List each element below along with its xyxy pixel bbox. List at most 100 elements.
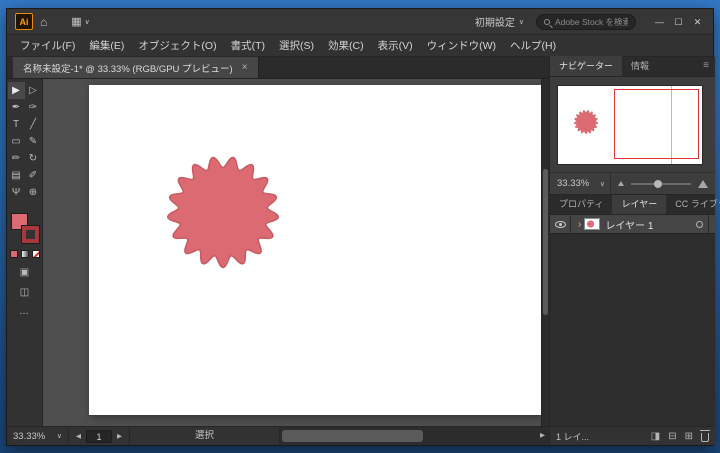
close-button[interactable]: ✕: [688, 9, 707, 35]
hand-tool[interactable]: Ψ: [8, 184, 25, 201]
navigator-preview[interactable]: [557, 85, 703, 165]
horizontal-scrollbar[interactable]: [280, 427, 536, 445]
zoom-level-value: 33.33%: [13, 430, 46, 442]
type-tool[interactable]: T: [8, 116, 25, 133]
previous-artboard-icon[interactable]: ◀: [76, 432, 81, 440]
menu-select[interactable]: 選択(S): [272, 35, 321, 57]
layer-row[interactable]: › レイヤー 1: [550, 215, 715, 234]
zoom-in-icon[interactable]: [698, 179, 708, 188]
navigator-view-proxy[interactable]: [614, 89, 700, 159]
line-segment-tool[interactable]: ╱: [25, 116, 42, 133]
chevron-down-icon: ∨: [599, 180, 605, 188]
tab-layers[interactable]: レイヤー: [612, 194, 667, 214]
menu-effect[interactable]: 効果(C): [321, 35, 371, 57]
layer-name[interactable]: レイヤー 1: [605, 217, 696, 232]
color-button[interactable]: [9, 250, 18, 258]
horizontal-scrollbar-thumb[interactable]: [282, 430, 423, 442]
expand-chevron-icon[interactable]: ›: [578, 219, 581, 230]
navigator-panel: 33.33% ∨: [550, 77, 715, 195]
visibility-column[interactable]: [550, 215, 571, 233]
vertical-scrollbar[interactable]: [541, 79, 549, 426]
pen-tool[interactable]: ✒: [8, 99, 25, 116]
layers-panel-footer: 1 レイ... ◨ ⊟ ⊞: [550, 426, 715, 445]
navigator-panel-tabs: ナビゲーター 情報 ≡: [550, 56, 715, 77]
tool-grid: ▶ ▷ ✒ ✑ T ╱ ▭ ✎ ✏ ↻ ▤ ✐ Ψ ⊕: [7, 82, 42, 201]
arrange-documents-icon: ▦: [71, 16, 82, 28]
zoom-level-select[interactable]: 33.33% ∨: [7, 427, 69, 445]
minimize-button[interactable]: —: [650, 9, 669, 35]
menu-help[interactable]: ヘルプ(H): [503, 35, 563, 57]
menu-object[interactable]: オブジェクト(O): [131, 35, 223, 57]
next-artboard-icon[interactable]: ▶: [117, 432, 122, 440]
home-icon[interactable]: ⌂: [40, 9, 47, 35]
chevron-down-icon: ∨: [84, 18, 90, 26]
scalloped-circle-shape[interactable]: [163, 152, 283, 272]
zoom-tool[interactable]: ⊕: [25, 184, 42, 201]
paintbrush-tool[interactable]: ✎: [25, 133, 42, 150]
gradient-tool[interactable]: ▤: [8, 167, 25, 184]
none-button[interactable]: [31, 250, 40, 258]
tab-cc-libraries[interactable]: CC ライブラリ: [666, 194, 720, 214]
zoom-slider-knob[interactable]: [653, 179, 662, 188]
navigator-zoom-row: 33.33% ∨: [550, 172, 715, 194]
rectangle-tool[interactable]: ▭: [8, 133, 25, 150]
tools-panel: ▶ ▷ ✒ ✑ T ╱ ▭ ✎ ✏ ↻ ▤ ✐ Ψ ⊕ ▣ ◫ …: [7, 79, 43, 426]
layers-panel: › レイヤー 1: [550, 215, 715, 426]
tab-properties[interactable]: プロパティ: [550, 194, 612, 214]
arrange-documents-button[interactable]: ▦ ∨: [71, 15, 90, 28]
chevron-down-icon: ∨: [56, 433, 62, 440]
tab-info[interactable]: 情報: [622, 56, 658, 76]
stroke-color-swatch[interactable]: [20, 225, 40, 244]
illustrator-window: Ai ⌂ ▦ ∨ 初期設定 ∨ Adobe Stock を検索 — ☐ ✕ ファ…: [6, 8, 720, 446]
navigator-zoom-slider[interactable]: [631, 179, 691, 188]
rotate-tool[interactable]: ↻: [25, 150, 42, 167]
maximize-button[interactable]: ☐: [669, 9, 688, 35]
menu-edit[interactable]: 編集(E): [82, 35, 131, 57]
workspace-label: 初期設定: [474, 18, 515, 29]
menubar: ファイル(F) 編集(E) オブジェクト(O) 書式(T) 選択(S) 効果(C…: [7, 35, 713, 57]
artboard-number-field[interactable]: 1: [86, 429, 112, 443]
scroll-right-icon[interactable]: ▶: [536, 427, 549, 445]
tab-close-icon[interactable]: ×: [242, 62, 248, 73]
search-icon: [544, 18, 550, 25]
menu-view[interactable]: 表示(V): [371, 35, 420, 57]
gradient-button[interactable]: [20, 250, 29, 258]
make-mask-icon[interactable]: ◨: [651, 431, 660, 442]
direct-selection-tool[interactable]: ▷: [25, 82, 42, 99]
edit-toolbar-icon[interactable]: …: [19, 306, 30, 317]
layer-target-icon[interactable]: [696, 220, 703, 228]
menu-window[interactable]: ウィンドウ(W): [420, 35, 503, 57]
vertical-scrollbar-thumb[interactable]: [543, 169, 548, 315]
layers-panel-tabs: プロパティ レイヤー CC ライブラリ: [550, 194, 720, 215]
desktop-wallpaper: Ai ⌂ ▦ ∨ 初期設定 ∨ Adobe Stock を検索 — ☐ ✕ ファ…: [0, 0, 720, 453]
screen-mode-icon[interactable]: ◫: [20, 287, 29, 298]
navigator-zoom-value: 33.33%: [557, 178, 590, 189]
right-panel-column: ナビゲーター 情報 ≡ 33.33% ∨ プロパティ レイヤー CC ライブ ›…: [549, 56, 720, 445]
panel-menu-icon[interactable]: ≡: [697, 56, 715, 76]
layer-selection-column[interactable]: [708, 215, 715, 233]
visibility-eye-icon: [554, 220, 566, 228]
menu-type[interactable]: 書式(T): [224, 35, 272, 57]
menu-file[interactable]: ファイル(F): [13, 35, 82, 57]
tab-navigator[interactable]: ナビゲーター: [550, 56, 623, 76]
new-layer-icon[interactable]: ⊞: [685, 431, 693, 442]
curvature-tool[interactable]: ✑: [25, 99, 42, 116]
artboard[interactable]: [89, 85, 541, 415]
adobe-stock-search-input[interactable]: Adobe Stock を検索: [536, 13, 636, 30]
illustrator-app-icon[interactable]: Ai: [15, 13, 33, 30]
navigator-zoom-field[interactable]: 33.33% ∨: [557, 173, 611, 194]
search-placeholder: Adobe Stock を検索: [555, 16, 628, 27]
chevron-down-icon: ∨: [518, 18, 524, 26]
layer-thumbnail[interactable]: [584, 218, 601, 230]
selection-tool[interactable]: ▶: [7, 82, 25, 99]
canvas-area[interactable]: [43, 79, 541, 426]
pencil-tool[interactable]: ✏: [8, 150, 25, 167]
delete-layer-icon[interactable]: [700, 429, 710, 442]
artboard-navigation: ◀ 1 ▶: [69, 427, 130, 445]
workspace-switcher[interactable]: 初期設定 ∨: [475, 14, 524, 29]
eyedropper-tool[interactable]: ✐: [25, 167, 42, 184]
new-sublayer-icon[interactable]: ⊟: [668, 431, 676, 442]
zoom-out-icon[interactable]: [618, 181, 624, 186]
draw-mode-icon[interactable]: ▣: [20, 267, 29, 278]
document-tab[interactable]: 名称未設定-1* @ 33.33% (RGB/GPU プレビュー) ×: [13, 57, 259, 78]
